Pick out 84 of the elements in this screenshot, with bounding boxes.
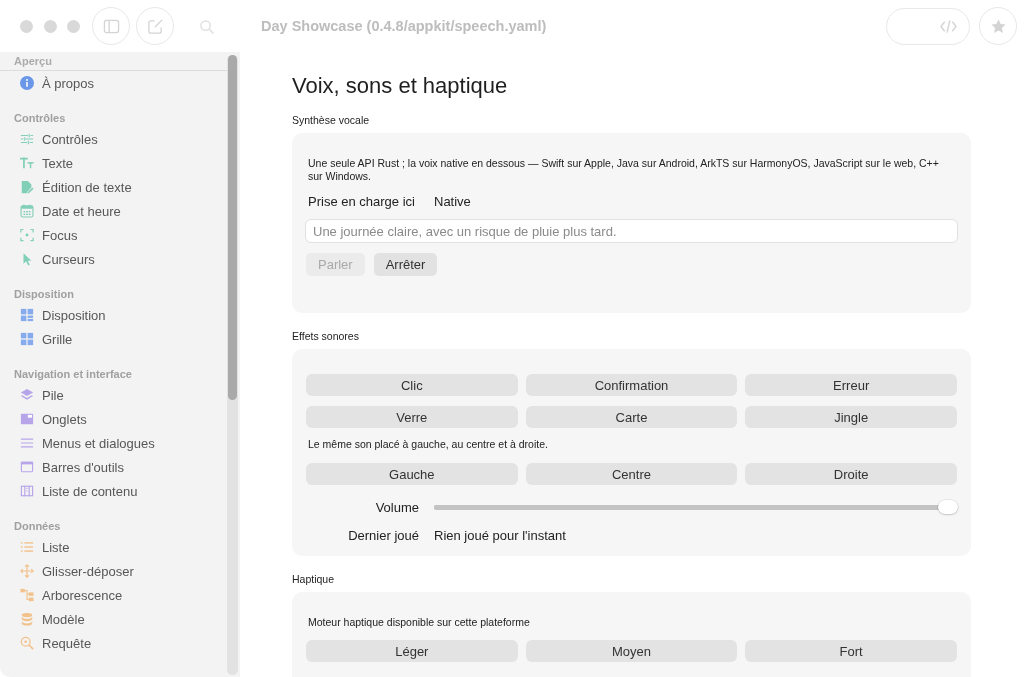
pan-button[interactable]: Gauche <box>306 463 518 485</box>
compose-button[interactable] <box>136 7 174 45</box>
page-title: Voix, sons et haptique <box>292 72 509 100</box>
favorite-button[interactable] <box>979 7 1017 45</box>
tree-icon <box>20 588 34 602</box>
info-icon <box>20 76 34 90</box>
text-input-field[interactable]: Une journée claire, avec un risque de pluie plus tard. <box>305 219 958 243</box>
compose-icon <box>146 17 164 35</box>
sound-button[interactable]: Erreur <box>745 374 957 396</box>
window-title: Day Showcase (0.4.8/appkit/speech.yaml) <box>261 18 547 34</box>
columns-icon <box>20 484 34 498</box>
sidebar-item[interactable]: Menus et dialogues <box>0 431 223 455</box>
pan-button[interactable]: Droite <box>745 463 957 485</box>
grid-icon <box>20 332 34 346</box>
sidebar-item[interactable]: Liste <box>0 535 223 559</box>
move-arrows-icon <box>20 564 34 578</box>
pan-button[interactable]: Centre <box>525 463 738 485</box>
field-label: Dernier joué <box>347 527 419 543</box>
sidebar-item[interactable]: Liste de contenu <box>0 479 223 503</box>
lines-icon <box>20 436 34 450</box>
sidebar-item[interactable]: Focus <box>0 223 223 247</box>
sidebar-item[interactable]: Édition de texte <box>0 175 223 199</box>
field-value: Rien joué pour l'instant <box>434 527 567 543</box>
sidebar-item[interactable]: Pile <box>0 383 223 407</box>
sidebar-item[interactable]: Contrôles <box>0 127 223 151</box>
sound-button[interactable]: Confirmation <box>525 374 738 396</box>
section-header: Données <box>13 519 62 534</box>
section-heading: Effets sonores <box>292 329 360 343</box>
sound-button[interactable]: Carte <box>525 406 738 428</box>
close-button[interactable] <box>20 19 33 33</box>
haptic-button[interactable]: Fort <box>745 640 957 662</box>
tab-icon <box>20 412 34 426</box>
text-size-icon <box>20 156 34 170</box>
sidebar-item[interactable]: Arborescence <box>0 583 223 607</box>
section-header: Aperçu <box>0 52 227 71</box>
section-header: Contrôles <box>13 111 67 126</box>
code-button[interactable] <box>886 7 970 45</box>
document-pencil-icon <box>20 180 34 194</box>
stop-button[interactable]: Arrêter <box>373 253 438 276</box>
sidebar-item[interactable]: À propos <box>0 71 223 95</box>
sound-button[interactable]: Clic <box>306 374 518 396</box>
haptic-button[interactable]: Léger <box>306 640 518 662</box>
haptic-button[interactable]: Moyen <box>525 640 738 662</box>
sidebar-item[interactable]: Requête <box>0 631 223 655</box>
calendar-icon <box>20 204 34 218</box>
search-icon[interactable] <box>199 18 214 34</box>
sidebar-item[interactable]: Barres d'outils <box>0 455 223 479</box>
sidebar-item[interactable]: Glisser-déposer <box>0 559 223 583</box>
focus-frame-icon <box>20 228 34 242</box>
bullet-list-icon <box>20 540 34 554</box>
field-value: Native <box>434 193 472 209</box>
window-icon <box>20 460 34 474</box>
zoom-button[interactable] <box>67 19 80 33</box>
sidebar-icon <box>102 17 120 35</box>
section-heading: Haptique <box>292 572 336 586</box>
slider-thumb[interactable] <box>938 500 958 514</box>
sidebar-item[interactable]: Onglets <box>0 407 223 431</box>
sidebar-item[interactable]: Date et heure <box>0 199 223 223</box>
layers-icon <box>20 388 34 402</box>
sound-button[interactable]: Verre <box>306 406 518 428</box>
magnifier-icon <box>20 636 34 650</box>
minimize-button[interactable] <box>43 19 57 33</box>
sliders-icon <box>20 132 34 146</box>
sidebar-toggle-button[interactable] <box>92 7 130 45</box>
description-text: Le même son placé à gauche, au centre et à droite. <box>307 438 549 451</box>
scrollbar[interactable] <box>227 55 238 675</box>
section-header: Navigation et interface <box>13 367 133 382</box>
star-icon <box>989 17 1007 35</box>
section-heading: Synthèse vocale <box>292 113 371 127</box>
sidebar-item[interactable]: Grille <box>0 327 223 351</box>
field-label: Prise en charge ici <box>307 193 416 209</box>
sidebar-item[interactable]: Curseurs <box>0 247 223 271</box>
description-text: Une seule API Rust ; la voix native en dessous — Swift sur Apple, Java sur Android, ArkTS sur HarmonyOS, JavaScript sur le web, C++ sur Windows. <box>307 157 940 183</box>
scrollbar-thumb[interactable] <box>228 55 237 400</box>
section-header: Disposition <box>13 287 75 302</box>
sidebar-item[interactable]: Disposition <box>0 303 223 327</box>
sound-button[interactable]: Jingle <box>745 406 957 428</box>
status-text: Moteur haptique disponible sur cette plateforme <box>307 616 531 629</box>
layout-icon <box>20 308 34 322</box>
slider-label: Volume <box>374 499 419 515</box>
sidebar-item[interactable]: Texte <box>0 151 223 175</box>
code-icon <box>940 17 957 35</box>
sidebar-item[interactable]: Modèle <box>0 607 223 631</box>
database-icon <box>20 612 34 626</box>
